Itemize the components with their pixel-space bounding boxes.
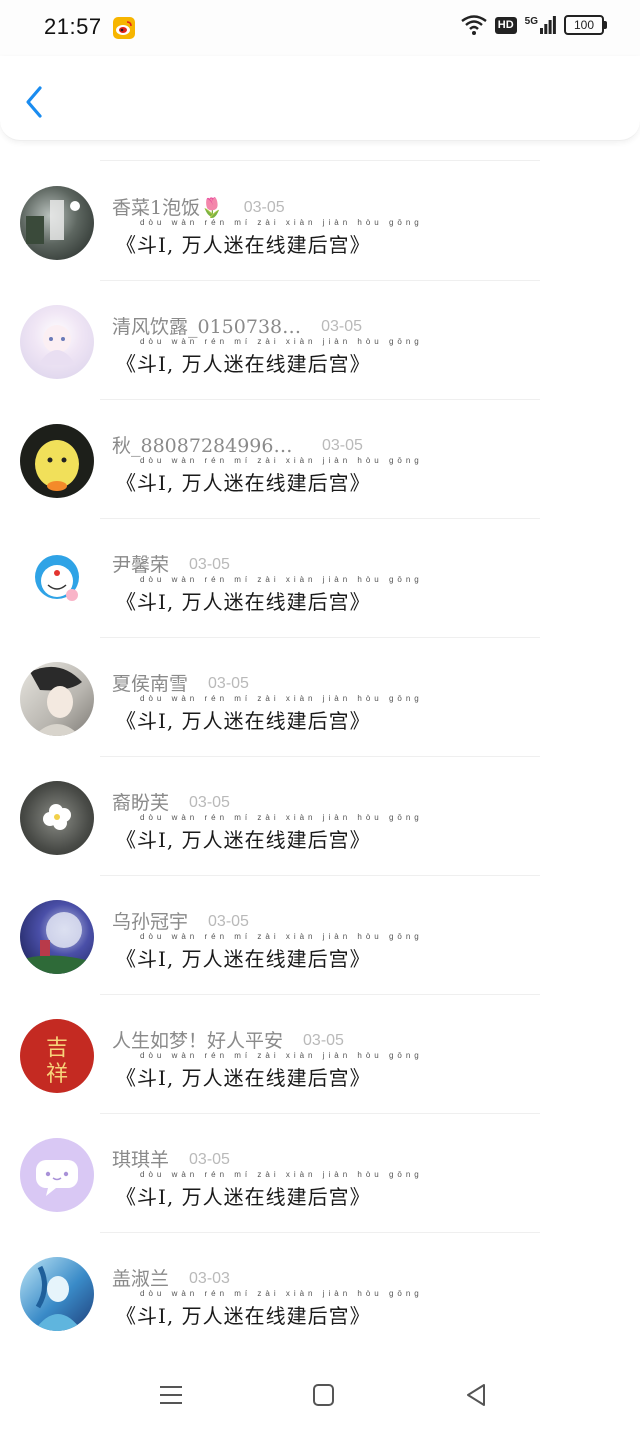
pinyin-annotation: dòu wàn rén mí zài xiàn jiàn hòu gōng	[140, 932, 423, 941]
contact-name: 尹馨荣	[112, 554, 170, 576]
system-back-button[interactable]	[462, 1380, 492, 1410]
list-item[interactable]: 琪琪羊 03-05 dòu wàn rén mí zài xiàn jiàn h…	[0, 1114, 640, 1233]
avatar	[20, 1257, 94, 1331]
list-item[interactable]: 裔盼芙 03-05 dòu wàn rén mí zài xiàn jiàn h…	[0, 757, 640, 876]
home-square-icon	[313, 1384, 334, 1406]
message-preview: 《斗I, 万人迷在线建后宫》	[116, 590, 371, 614]
avatar	[20, 900, 94, 974]
pinyin-annotation: dòu wàn rén mí zài xiàn jiàn hòu gōng	[140, 694, 423, 703]
back-button[interactable]	[18, 82, 54, 122]
list-item[interactable]: 乌孙冠宇 03-05 dòu wàn rén mí zài xiàn jiàn …	[0, 876, 640, 995]
name-line: 乌孙冠宇 03-05	[112, 900, 249, 934]
message-date: 03-05	[189, 556, 230, 573]
name-line: 夏侯南雪 03-05	[112, 662, 249, 696]
contact-name: 乌孙冠宇	[112, 911, 189, 933]
message-date: 03-03	[189, 1270, 230, 1287]
pinyin-annotation: dòu wàn rén mí zài xiàn jiàn hòu gōng	[140, 813, 423, 822]
pinyin-annotation: dòu wàn rén mí zài xiàn jiàn hòu gōng	[140, 1051, 423, 1060]
avatar	[20, 662, 94, 736]
network-type-label: 5G	[524, 16, 538, 27]
list-item[interactable]: 秋_880872849969… 03-05 dòu wàn rén mí zài…	[0, 400, 640, 519]
message-date: 03-05	[303, 1032, 344, 1049]
weibo-icon	[113, 17, 135, 39]
name-line: 琪琪羊 03-05	[112, 1138, 230, 1172]
contact-name: 裔盼芙	[112, 792, 170, 814]
wifi-icon	[461, 15, 487, 35]
pinyin-annotation: dòu wàn rén mí zài xiàn jiàn hòu gōng	[140, 337, 423, 346]
message-preview: 《斗I, 万人迷在线建后宫》	[116, 1304, 371, 1328]
system-nav-bar	[0, 1360, 640, 1433]
list-item[interactable]: 吉祥 人生如梦！好人平安 03-05 dòu wàn rén mí zài xi…	[0, 995, 640, 1114]
avatar	[20, 543, 94, 617]
message-preview: 《斗I, 万人迷在线建后宫》	[116, 1185, 371, 1209]
name-line: 尹馨荣 03-05	[112, 543, 230, 577]
status-icons: HD 5G 100	[461, 15, 607, 35]
menu-icon	[160, 1386, 182, 1404]
menu-button[interactable]	[156, 1380, 186, 1410]
message-preview: 《斗I, 万人迷在线建后宫》	[116, 471, 371, 495]
list-item[interactable]: 清风饮露_0150738… 03-05 dòu wàn rén mí zài x…	[0, 281, 640, 400]
message-preview: 《斗I, 万人迷在线建后宫》	[116, 1066, 371, 1090]
header-bar	[0, 56, 640, 141]
home-button[interactable]	[308, 1380, 338, 1410]
chevron-left-icon	[26, 86, 42, 118]
message-date: 03-05	[322, 437, 363, 454]
list-item[interactable]: 盖淑兰 03-03 dòu wàn rén mí zài xiàn jiàn h…	[0, 1233, 640, 1352]
avatar	[20, 305, 94, 379]
list-item[interactable]: 夏侯南雪 03-05 dòu wàn rén mí zài xiàn jiàn …	[0, 638, 640, 757]
name-line: 盖淑兰 03-03	[112, 1257, 230, 1291]
message-preview: 《斗I, 万人迷在线建后宫》	[116, 233, 371, 257]
message-date: 03-05	[208, 675, 249, 692]
status-bar: 21:57 HD 5G 100	[0, 0, 640, 58]
pinyin-annotation: dòu wàn rén mí zài xiàn jiàn hòu gōng	[140, 456, 423, 465]
contact-name: 琪琪羊	[112, 1149, 170, 1171]
message-date: 03-05	[243, 199, 285, 216]
pinyin-annotation: dòu wàn rén mí zài xiàn jiàn hòu gōng	[140, 1170, 423, 1179]
message-date: 03-05	[208, 913, 249, 930]
avatar	[20, 186, 94, 260]
avatar	[20, 1138, 94, 1212]
name-line: 香菜1泡饭🌷 03-05	[112, 186, 285, 220]
name-line: 清风饮露_0150738… 03-05	[112, 305, 362, 339]
list-top-divider	[100, 160, 540, 161]
avatar: 吉祥	[20, 1019, 94, 1093]
name-line: 裔盼芙 03-05	[112, 781, 230, 815]
name-line: 人生如梦！好人平安 03-05	[112, 1019, 344, 1053]
pinyin-annotation: dòu wàn rén mí zài xiàn jiàn hòu gōng	[140, 218, 423, 227]
signal-icon	[540, 16, 556, 34]
contact-name: 清风饮露_0150738…	[112, 316, 302, 338]
contact-name: 秋_880872849969…	[112, 435, 302, 457]
avatar	[20, 781, 94, 855]
list-item[interactable]: 香菜1泡饭🌷 03-05 dòu wàn rén mí zài xiàn jià…	[0, 162, 640, 281]
status-time: 21:57	[44, 14, 102, 39]
message-preview: 《斗I, 万人迷在线建后宫》	[116, 828, 371, 852]
hd-badge: HD	[494, 16, 517, 34]
svg-text:吉: 吉	[46, 1036, 68, 1061]
message-preview: 《斗I, 万人迷在线建后宫》	[116, 709, 371, 733]
name-line: 秋_880872849969… 03-05	[112, 424, 363, 458]
pinyin-annotation: dòu wàn rén mí zài xiàn jiàn hòu gōng	[140, 575, 423, 584]
message-date: 03-05	[189, 1151, 230, 1168]
message-preview: 《斗I, 万人迷在线建后宫》	[116, 352, 371, 376]
contact-name: 夏侯南雪	[112, 673, 189, 695]
contact-name: 盖淑兰	[112, 1268, 170, 1290]
battery-indicator: 100	[564, 15, 607, 35]
pinyin-annotation: dòu wàn rén mí zài xiàn jiàn hòu gōng	[140, 1289, 423, 1298]
svg-text:祥: 祥	[46, 1062, 68, 1087]
signal-group: 5G	[525, 16, 556, 34]
contact-name: 人生如梦！好人平安	[112, 1030, 284, 1052]
message-date: 03-05	[189, 794, 230, 811]
message-preview: 《斗I, 万人迷在线建后宫》	[116, 947, 371, 971]
message-date: 03-05	[321, 318, 363, 335]
back-triangle-icon	[467, 1384, 485, 1406]
list-item[interactable]: 尹馨荣 03-05 dòu wàn rén mí zài xiàn jiàn h…	[0, 519, 640, 638]
contact-name: 香菜1泡饭🌷	[112, 197, 224, 219]
avatar	[20, 424, 94, 498]
